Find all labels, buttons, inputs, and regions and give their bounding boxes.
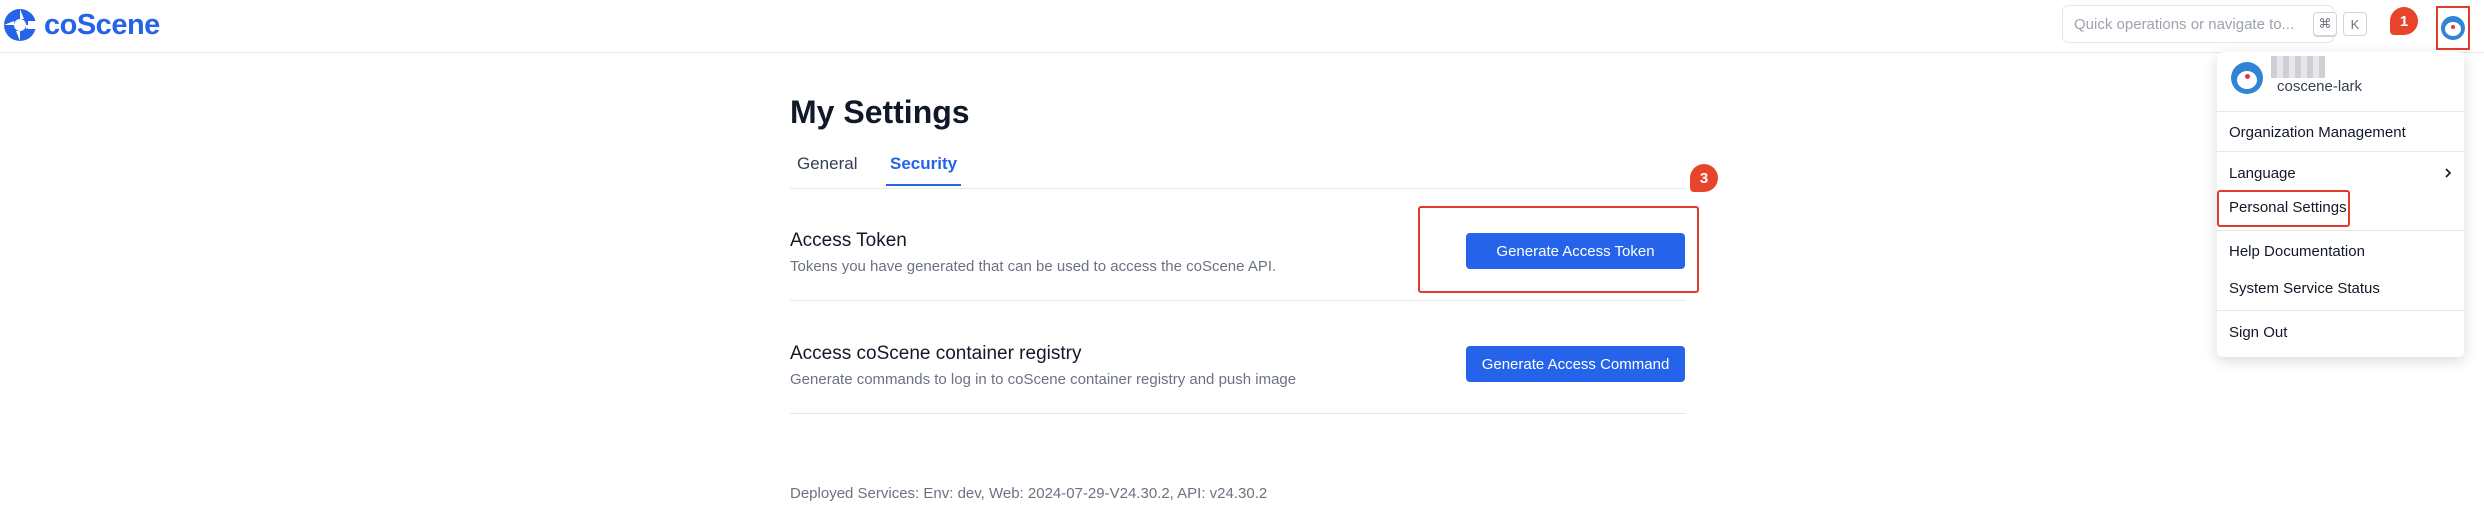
deployed-services-info: Deployed Services: Env: dev, Web: 2024-0…: [790, 485, 1268, 502]
menu-item-sign-out[interactable]: Sign Out: [2229, 324, 2287, 341]
user-avatar-button[interactable]: [2436, 6, 2470, 50]
menu-divider: [2217, 151, 2464, 152]
section-divider: [790, 300, 1686, 301]
top-bar: coScene Quick operations or navigate to.…: [0, 0, 2484, 53]
coscene-logo-icon: [4, 9, 38, 41]
annotation-badge-1: 1: [2390, 7, 2418, 35]
menu-item-language[interactable]: Language: [2229, 165, 2296, 182]
container-registry-title: Access coScene container registry: [790, 343, 1082, 364]
tab-general[interactable]: General: [797, 154, 857, 184]
search-placeholder: Quick operations or navigate to...: [2074, 16, 2295, 33]
settings-tabs: General Security: [790, 150, 1686, 189]
tab-security[interactable]: Security: [886, 154, 962, 186]
menu-divider: [2217, 230, 2464, 231]
access-token-title: Access Token: [790, 230, 907, 251]
page-title: My Settings: [790, 94, 970, 130]
menu-item-help-documentation[interactable]: Help Documentation: [2229, 243, 2365, 260]
search-input[interactable]: Quick operations or navigate to... ⌘: [2062, 5, 2337, 43]
menu-divider: [2217, 111, 2464, 112]
annotation-badge-3: 3: [1690, 164, 1718, 192]
menu-item-organization-management[interactable]: Organization Management: [2229, 124, 2406, 141]
user-avatar: [2231, 62, 2263, 94]
cmd-key-badge: ⌘: [2313, 12, 2337, 36]
access-token-description: Tokens you have generated that can be us…: [790, 258, 1277, 275]
section-divider: [790, 413, 1686, 414]
chevron-right-icon: [2445, 168, 2452, 178]
user-menu-dropdown: coscene-lark Organization Management Lan…: [2217, 52, 2464, 357]
k-key-badge: K: [2343, 12, 2367, 36]
menu-item-system-service-status[interactable]: System Service Status: [2229, 280, 2380, 297]
organization-name: coscene-lark: [2277, 78, 2363, 95]
container-registry-description: Generate commands to log in to coScene c…: [790, 371, 1297, 388]
generate-access-command-button[interactable]: Generate Access Command: [1466, 346, 1685, 382]
logo[interactable]: coScene: [2, 7, 160, 43]
menu-item-personal-settings[interactable]: Personal Settings: [2229, 199, 2347, 216]
logo-text: coScene: [44, 8, 160, 41]
blurred-username: [2271, 56, 2325, 78]
avatar-icon: [2441, 16, 2465, 40]
menu-divider: [2217, 310, 2464, 311]
generate-access-token-button[interactable]: Generate Access Token: [1466, 233, 1685, 269]
